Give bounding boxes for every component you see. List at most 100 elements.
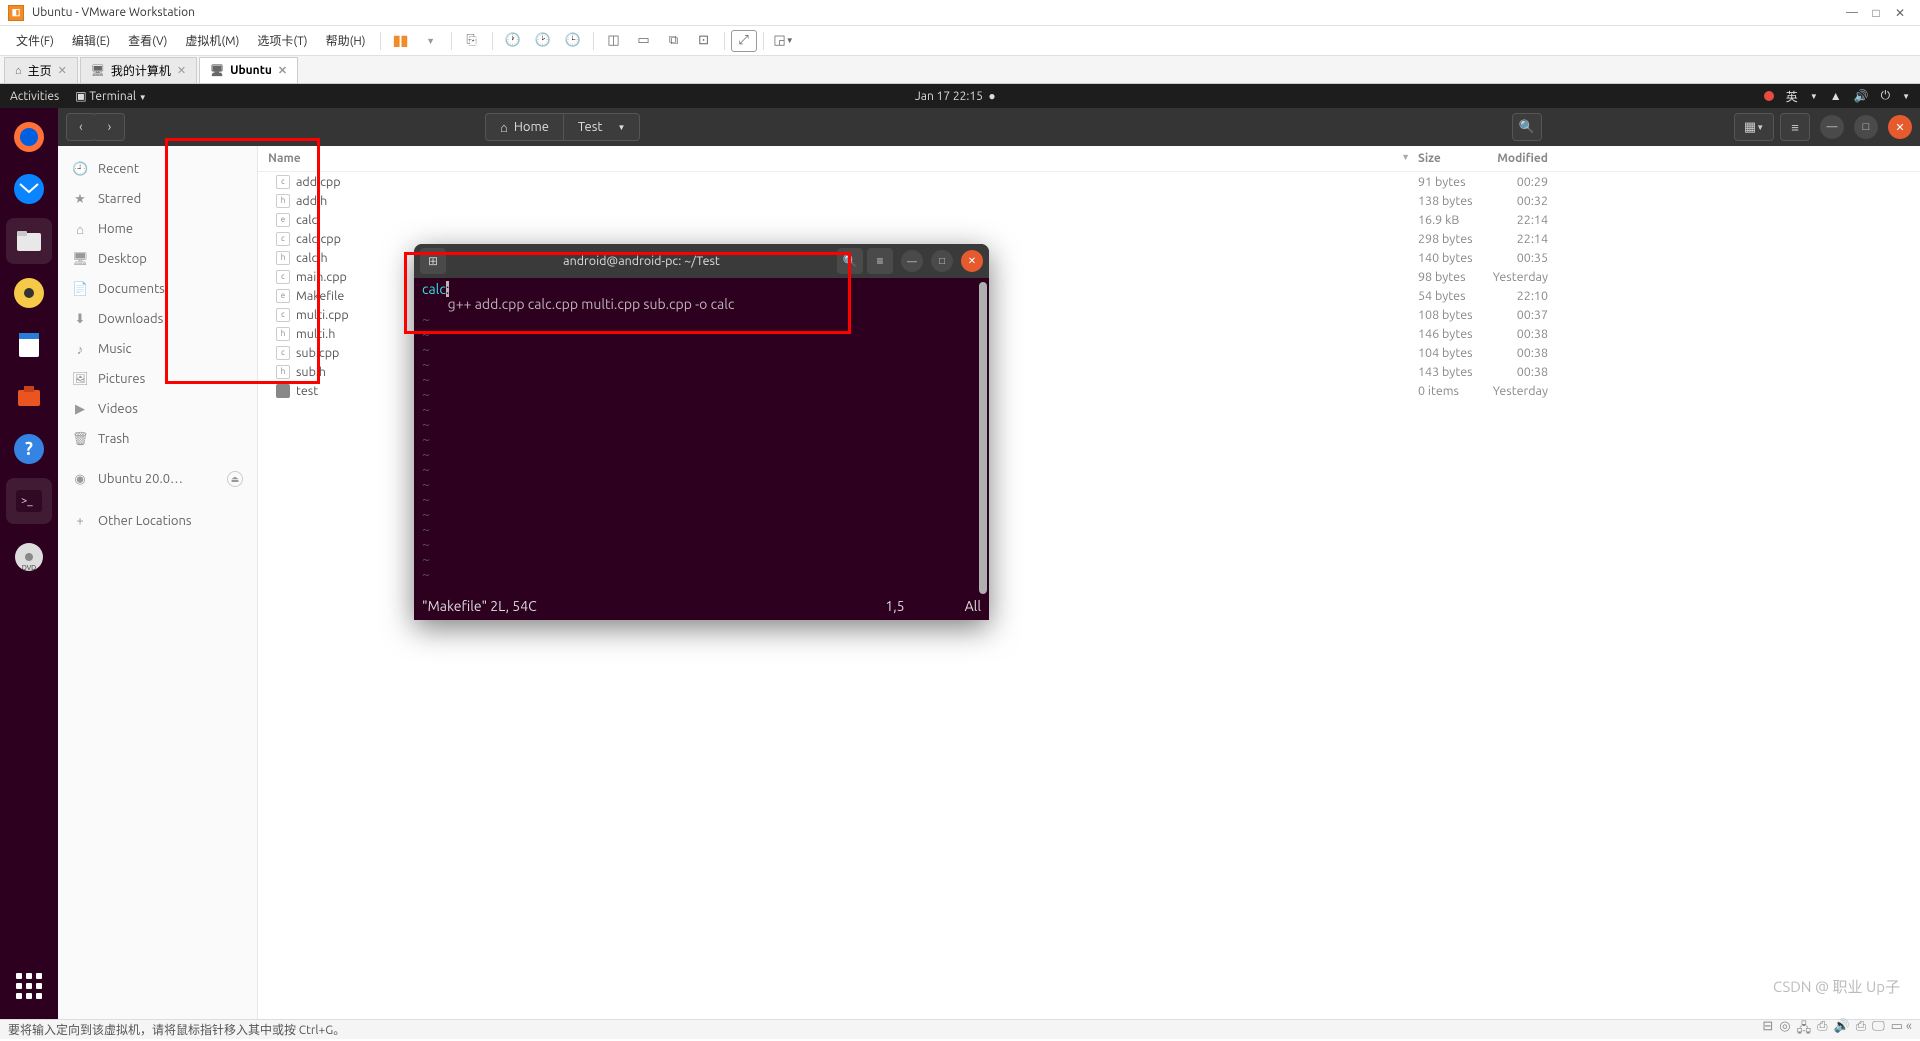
sidebar-item-desktop[interactable]: 🖥Desktop <box>58 244 257 274</box>
col-size-header[interactable]: Size <box>1418 152 1488 165</box>
dock-terminal[interactable]: >_ <box>6 478 52 524</box>
file-size: 98 bytes <box>1418 270 1488 284</box>
minimize-button[interactable]: — <box>1840 6 1864 19</box>
sidebar-item-music[interactable]: ♪Music <box>58 334 257 364</box>
layout2-icon[interactable]: ▭ <box>630 29 658 53</box>
file-size: 140 bytes <box>1418 251 1488 265</box>
dock-firefox[interactable] <box>6 114 52 160</box>
tab-close-icon[interactable]: ✕ <box>177 64 186 77</box>
file-row[interactable]: cadd.cpp91 bytes00:29 <box>258 172 1920 191</box>
dock-dvd[interactable]: DVD <box>6 534 52 580</box>
terminal-new-tab-button[interactable]: ⊞ <box>420 248 446 274</box>
sidebar-item-starred[interactable]: ★Starred <box>58 184 257 214</box>
terminal-minimize-button[interactable]: — <box>901 250 923 272</box>
host-tab-2[interactable]: 🖥Ubuntu✕ <box>199 57 298 83</box>
status-printer-icon[interactable]: ⎙ <box>1856 1019 1866 1041</box>
menu-help[interactable]: 帮助(H) <box>318 28 374 53</box>
status-disk-icon[interactable]: ⊟ <box>1762 1019 1773 1041</box>
terminal-search-button[interactable]: 🔍 <box>837 248 863 274</box>
file-size: 91 bytes <box>1418 175 1488 189</box>
layout1-icon[interactable]: ◫ <box>600 29 628 53</box>
col-name-header[interactable]: Name <box>268 152 301 165</box>
sidebar-item-documents[interactable]: 📄Documents <box>58 274 257 304</box>
path-home[interactable]: ⌂Home <box>485 113 563 141</box>
dock-thunderbird[interactable] <box>6 166 52 212</box>
sidebar-item-trash[interactable]: 🗑Trash <box>58 424 257 454</box>
back-button[interactable]: ‹ <box>66 113 96 141</box>
maximize-button[interactable]: □ <box>1864 6 1888 20</box>
sidebar-item-home[interactable]: ⌂Home <box>58 214 257 244</box>
snapshot-button[interactable]: 🕐 <box>499 29 527 53</box>
vmware-icon: ◧ <box>8 5 24 21</box>
sidebar-item-ubuntu[interactable]: ◉Ubuntu 20.0…⏏ <box>58 464 257 494</box>
input-language[interactable]: 英 <box>1786 88 1798 105</box>
status-net-icon[interactable]: 🖧 <box>1797 1019 1812 1041</box>
files-maximize-button[interactable]: □ <box>1854 115 1878 139</box>
terminal-close-button[interactable]: ✕ <box>961 250 983 272</box>
terminal-content[interactable]: calc: g++ add.cpp calc.cpp multi.cpp sub… <box>414 278 989 596</box>
path-test[interactable]: Test ▼ <box>563 113 640 141</box>
snapshot-revert-button[interactable]: 🕑 <box>529 29 557 53</box>
fullscreen-button[interactable]: ⤢ <box>731 30 757 52</box>
terminal-maximize-button[interactable]: □ <box>931 250 953 272</box>
view-grid-button[interactable]: ▦ ▼ <box>1734 113 1774 141</box>
file-size: 298 bytes <box>1418 232 1488 246</box>
file-row[interactable]: hadd.h138 bytes00:32 <box>258 191 1920 210</box>
status-display-icon[interactable]: 🖵 <box>1872 1019 1885 1041</box>
status-more-icon[interactable]: ▭ « <box>1891 1019 1912 1041</box>
terminal-scrollbar[interactable] <box>979 282 987 594</box>
file-row[interactable]: ecalc16.9 kB22:14 <box>258 210 1920 229</box>
volume-icon[interactable]: 🔊 <box>1854 89 1869 103</box>
terminal-menu[interactable]: ▣ Terminal ▼ <box>75 89 146 103</box>
sidebar-icon: 🖼 <box>72 372 88 387</box>
menu-view[interactable]: 查看(V) <box>120 28 175 53</box>
files-close-button[interactable]: ✕ <box>1888 115 1912 139</box>
network-icon[interactable]: ▲ <box>1830 89 1842 103</box>
eject-icon[interactable]: ⏏ <box>227 471 243 487</box>
dock-rhythmbox[interactable] <box>6 270 52 316</box>
menu-edit[interactable]: 编辑(E) <box>64 28 118 53</box>
host-tab-1[interactable]: 🖥我的计算机✕ <box>80 57 197 83</box>
notification-dot-icon[interactable] <box>1764 91 1774 101</box>
power-icon[interactable]: ⏻ <box>1881 89 1891 103</box>
host-tab-0[interactable]: ⌂主页✕ <box>4 57 78 83</box>
dock-software[interactable] <box>6 374 52 420</box>
col-modified-header[interactable]: Modified <box>1488 152 1558 165</box>
sidebar-item-downloads[interactable]: ⬇Downloads <box>58 304 257 334</box>
sidebar-item-otherlocations[interactable]: +Other Locations <box>58 506 257 536</box>
menu-vm[interactable]: 虚拟机(M) <box>177 28 247 53</box>
search-button[interactable]: 🔍 <box>1512 113 1542 141</box>
layout4-icon[interactable]: ⊡ <box>690 29 718 53</box>
files-minimize-button[interactable]: — <box>1820 115 1844 139</box>
svg-text:>_: >_ <box>21 495 33 507</box>
status-usb-icon[interactable]: ⎙ <box>1817 1019 1827 1041</box>
file-name: multi.cpp <box>296 308 349 322</box>
terminal-menu-button[interactable]: ≡ <box>867 248 893 274</box>
sidebar-item-recent[interactable]: 🕘Recent <box>58 154 257 184</box>
sidebar-icon: 🕘 <box>72 162 88 177</box>
view-list-button[interactable]: ≡ <box>1780 113 1810 141</box>
dock-writer[interactable] <box>6 322 52 368</box>
forward-button[interactable]: › <box>95 113 125 141</box>
panel-clock[interactable]: Jan 17 22:15 <box>915 90 983 103</box>
tab-close-icon[interactable]: ✕ <box>58 64 67 77</box>
sidebar-item-pictures[interactable]: 🖼Pictures <box>58 364 257 394</box>
unity-button[interactable]: ◲ ▼ <box>770 29 798 53</box>
pause-button[interactable]: ▮▮ <box>387 29 415 53</box>
layout3-icon[interactable]: ⧉ <box>660 29 688 53</box>
show-applications-button[interactable] <box>6 963 52 1009</box>
activities-button[interactable]: Activities <box>10 90 59 103</box>
sidebar-item-videos[interactable]: ▶Videos <box>58 394 257 424</box>
send-button[interactable]: ⎘ <box>458 29 486 53</box>
snapshot-manage-button[interactable]: 🕒 <box>559 29 587 53</box>
dropdown-icon[interactable]: ▼ <box>417 29 445 53</box>
menu-tabs[interactable]: 选项卡(T) <box>249 28 315 53</box>
sort-arrow-icon[interactable]: ▼ <box>1401 152 1410 165</box>
dock-help[interactable]: ? <box>6 426 52 472</box>
close-button[interactable]: ✕ <box>1888 6 1912 20</box>
status-sound-icon[interactable]: 🔊 <box>1834 1019 1850 1041</box>
status-cd-icon[interactable]: ◎ <box>1779 1019 1790 1041</box>
dock-files[interactable] <box>6 218 52 264</box>
tab-close-icon[interactable]: ✕ <box>278 64 287 77</box>
menu-file[interactable]: 文件(F) <box>8 28 62 53</box>
